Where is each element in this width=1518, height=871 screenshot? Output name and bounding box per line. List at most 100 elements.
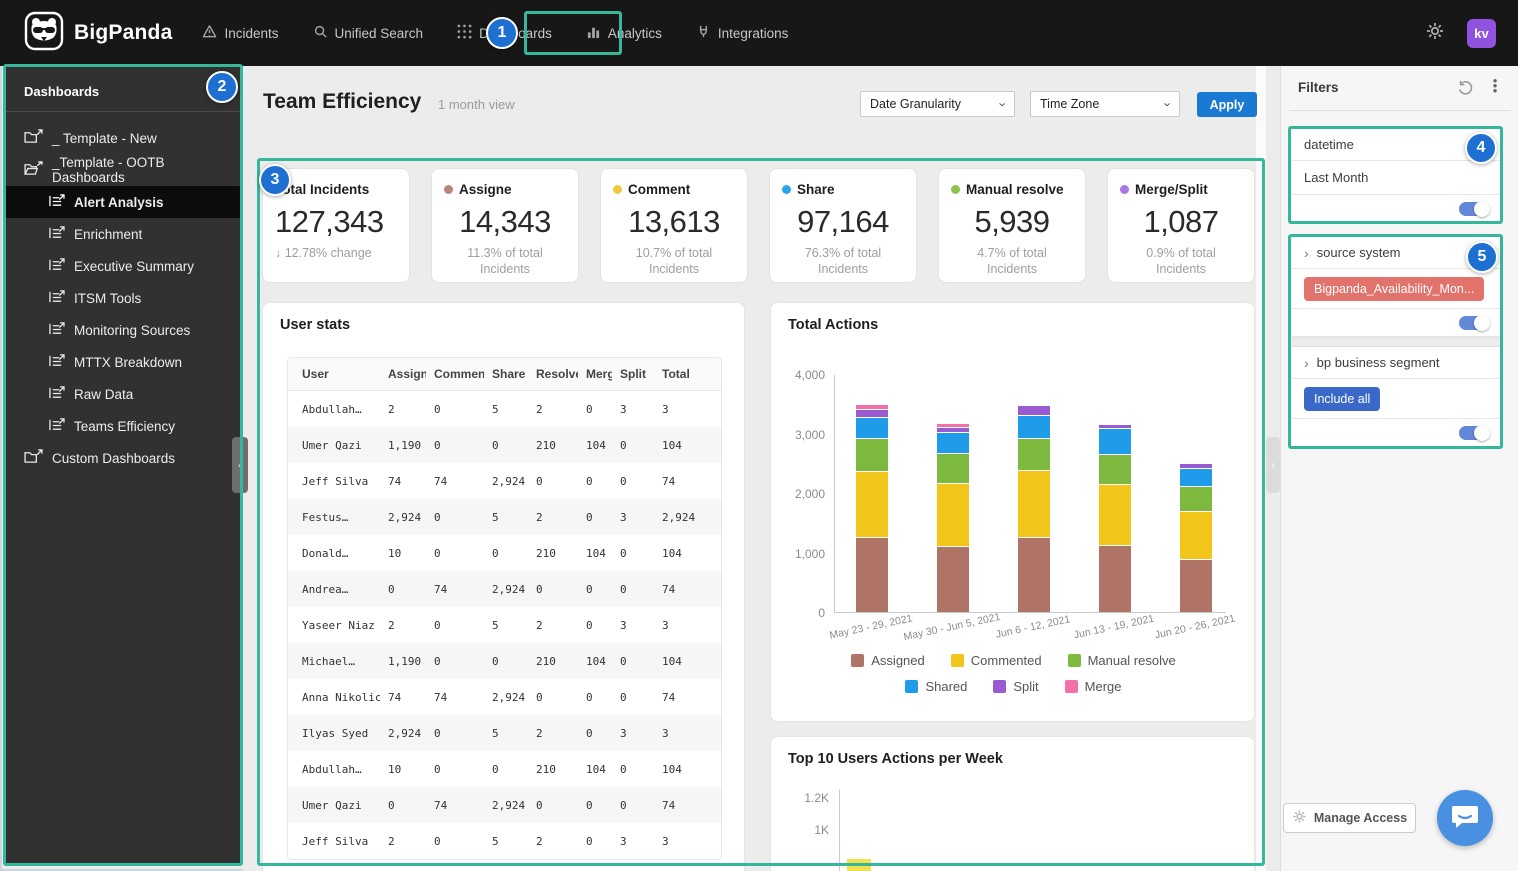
column-header[interactable]: Merge	[578, 367, 612, 381]
table-cell: 3	[654, 619, 709, 632]
table-cell: 2,924	[484, 475, 528, 488]
sidebar-item-raw-data[interactable]: Raw Data	[6, 378, 240, 410]
table-cell: 74	[654, 691, 709, 704]
nav-items: Incidents Unified Search Dashboards Analyti…	[202, 24, 788, 42]
legend-swatch	[851, 654, 864, 667]
reset-filters-icon[interactable]	[1457, 79, 1474, 101]
dashboard-share-icon	[48, 194, 65, 211]
nav-item-unified-search[interactable]: Unified Search	[313, 24, 424, 42]
sidebar-item-executive-summary[interactable]: Executive Summary	[6, 250, 240, 282]
nav-item-incidents[interactable]: Incidents	[202, 24, 278, 42]
table-cell: 0	[426, 763, 484, 776]
column-header[interactable]: Split	[612, 367, 654, 381]
filters-collapse-handle[interactable]: ›	[1266, 437, 1280, 493]
stacked-bar-4[interactable]	[1099, 424, 1131, 612]
column-header[interactable]: Assign	[380, 367, 426, 381]
top10-ytick-1000: 1K	[789, 823, 829, 837]
table-cell: 0	[484, 655, 528, 668]
bigpanda-logo[interactable]: BigPanda	[24, 11, 172, 56]
total-actions-title: Total Actions	[771, 303, 1254, 333]
sidebar-collapse-handle[interactable]: ‹	[232, 437, 248, 493]
table-row: Festus…2,924052032,924	[288, 499, 721, 535]
dashboards-sidebar: Dashboards _ Template - New_Template - O…	[6, 67, 240, 863]
column-header[interactable]: Total	[654, 367, 709, 381]
sidebar-item-template-ootb-dashboards[interactable]: _Template - OOTB Dashboards	[6, 154, 240, 186]
time-zone-select[interactable]: Time Zone ›	[1030, 91, 1180, 117]
stacked-bar-2[interactable]	[937, 423, 969, 612]
table-cell: 210	[528, 763, 578, 776]
datetime-toggle[interactable]	[1459, 202, 1489, 216]
stacked-bar-5[interactable]	[1180, 463, 1212, 612]
column-header[interactable]: Share	[484, 367, 528, 381]
source-system-chip[interactable]: Bigpanda_Availability_Mon...	[1304, 277, 1484, 301]
table-cell: 104	[578, 655, 612, 668]
time-zone-label: Time Zone	[1040, 97, 1099, 111]
stacked-bar-1[interactable]	[856, 404, 888, 612]
nav-item-integrations[interactable]: Integrations	[696, 24, 789, 42]
sidebar-item-enrichment[interactable]: Enrichment	[6, 218, 240, 250]
filters-kebab-menu-icon[interactable]: •••	[1488, 78, 1502, 93]
bar-segment-commented	[1018, 470, 1050, 537]
nav-item-analytics[interactable]: Analytics	[586, 24, 662, 42]
table-cell: Umer Qazi	[288, 439, 380, 452]
bar-segment-commented	[937, 483, 969, 546]
main-scrollbar-track[interactable]	[1256, 66, 1266, 871]
sidebar-item-monitoring-sources[interactable]: Monitoring Sources	[6, 314, 240, 346]
source-system-filter-header[interactable]: › source system	[1292, 237, 1501, 269]
table-cell: 0	[484, 439, 528, 452]
sidebar-item-teams-efficiency[interactable]: Teams Efficiency	[6, 410, 240, 442]
bar-segment-manual-resolve	[856, 438, 888, 471]
user-avatar[interactable]: kv	[1467, 19, 1496, 48]
sidebar-item-mttx-breakdown[interactable]: MTTX Breakdown	[6, 346, 240, 378]
legend-swatch	[905, 680, 918, 693]
bar-segment-manual-resolve	[1018, 438, 1050, 470]
dashboard-share-icon	[48, 258, 65, 275]
chevron-right-icon: ›	[1304, 245, 1309, 261]
bp-business-segment-header[interactable]: › bp business segment	[1292, 347, 1501, 379]
table-cell: 0	[426, 727, 484, 740]
sidebar-item-template-new[interactable]: _ Template - New	[6, 122, 240, 154]
sidebar-item-custom-dashboards[interactable]: Custom Dashboards	[6, 442, 240, 474]
kpi-value: 5,939	[951, 204, 1073, 240]
sidebar-item-itsm-tools[interactable]: ITSM Tools	[6, 282, 240, 314]
table-cell: 3	[654, 727, 709, 740]
legend-item-commented[interactable]: Commented	[951, 653, 1042, 668]
table-cell: 0	[612, 439, 654, 452]
legend-item-manual-resolve[interactable]: Manual resolve	[1068, 653, 1176, 668]
sidebar-item-alert-analysis[interactable]: Alert Analysis	[6, 186, 240, 218]
settings-gear-icon[interactable]	[1425, 21, 1445, 46]
column-header[interactable]: Resolve	[528, 367, 578, 381]
manage-access-label: Manage Access	[1314, 811, 1407, 825]
table-cell: 2,924	[654, 511, 709, 524]
table-cell: Abdullah…	[288, 403, 380, 416]
chevron-down-icon: ›	[995, 102, 1010, 106]
stacked-bar-3[interactable]	[1018, 405, 1050, 612]
legend-item-split[interactable]: Split	[993, 679, 1038, 694]
column-header[interactable]: User	[288, 367, 380, 381]
legend-item-shared[interactable]: Shared	[905, 679, 967, 694]
manage-access-button[interactable]: Manage Access	[1283, 803, 1416, 833]
source-system-chip-row: Bigpanda_Availability_Mon...	[1292, 269, 1501, 309]
table-cell: Anna Nikolic	[288, 691, 380, 704]
bp-business-segment-toggle[interactable]	[1459, 426, 1489, 440]
date-granularity-select[interactable]: Date Granularity ›	[860, 91, 1015, 117]
legend-swatch	[1065, 680, 1078, 693]
table-cell: 0	[578, 511, 612, 524]
datetime-filter-header[interactable]: datetime	[1292, 129, 1501, 161]
column-header[interactable]: Comment	[426, 367, 484, 381]
table-cell: 210	[528, 439, 578, 452]
legend-swatch	[1068, 654, 1081, 667]
datetime-filter: datetime Last Month	[1292, 129, 1501, 223]
datetime-filter-value[interactable]: Last Month	[1292, 161, 1501, 195]
include-all-chip[interactable]: Include all	[1304, 387, 1380, 411]
table-cell: 74	[426, 583, 484, 596]
apply-button[interactable]: Apply	[1197, 92, 1257, 117]
kpi-card-manual-resolve: Manual resolve5,9394.7% of totalIncident…	[938, 168, 1086, 283]
chat-widget-button[interactable]	[1437, 790, 1493, 846]
source-system-toggle[interactable]	[1459, 316, 1489, 330]
legend-item-assigned[interactable]: Assigned	[851, 653, 924, 668]
sidebar-title: Dashboards	[6, 67, 240, 111]
kpi-card-merge-split: Merge/Split1,0870.9% of totalIncidents	[1107, 168, 1255, 283]
nav-item-dashboards[interactable]: Dashboards	[457, 24, 552, 42]
legend-item-merge[interactable]: Merge	[1065, 679, 1122, 694]
